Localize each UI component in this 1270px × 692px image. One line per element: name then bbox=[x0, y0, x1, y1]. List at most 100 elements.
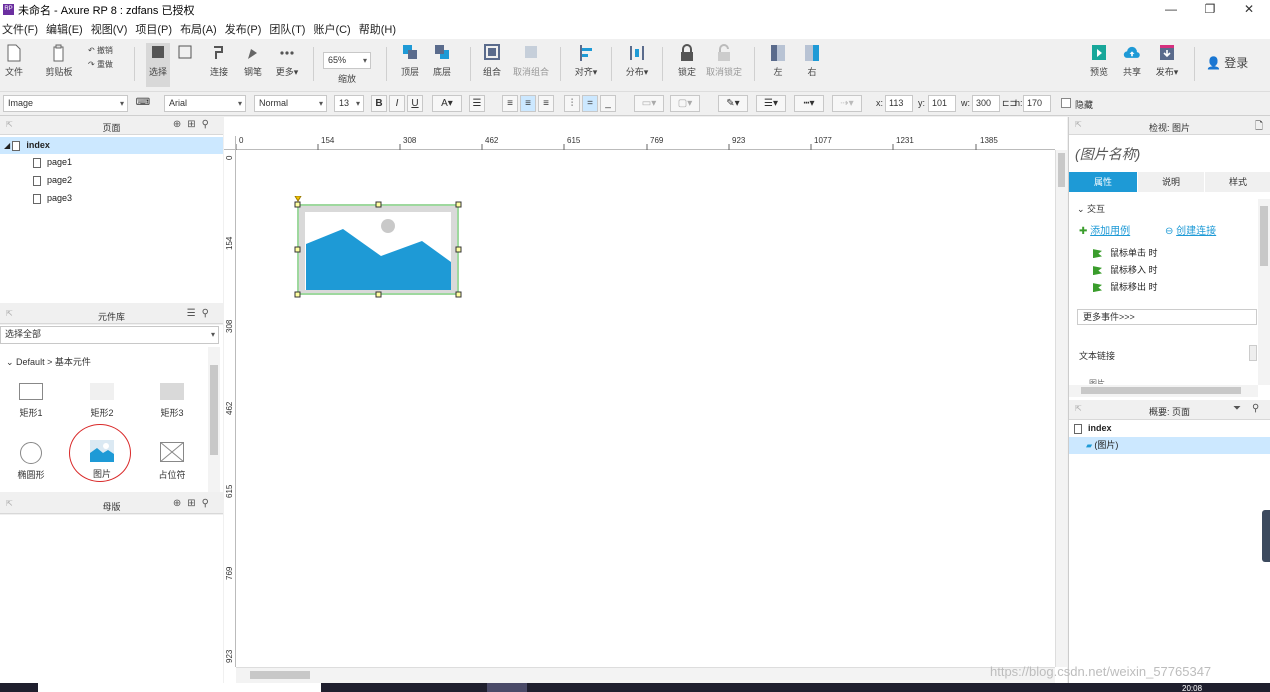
bring-to-front-button[interactable]: 顶层 bbox=[399, 43, 421, 78]
menu-help[interactable]: 帮助(H) bbox=[359, 21, 396, 37]
widget-rectangle3[interactable]: 矩形3 bbox=[145, 383, 199, 419]
add-case-link[interactable]: ✚ 添加用例 bbox=[1079, 222, 1130, 237]
widget-name-input[interactable]: (图片名称) bbox=[1075, 144, 1140, 164]
page-item-page1[interactable]: page1 bbox=[33, 154, 72, 171]
scroll-thumb[interactable] bbox=[250, 671, 310, 679]
menu-account[interactable]: 账户(C) bbox=[313, 21, 350, 37]
align-right-icon[interactable]: ≡ bbox=[538, 95, 554, 112]
more-events-select[interactable]: 更多事件>>> bbox=[1077, 309, 1257, 325]
redo-button[interactable]: ↷ 重做 bbox=[88, 59, 113, 70]
undo-button[interactable]: ↶ 撤销 bbox=[88, 45, 113, 56]
event-mouseleave[interactable]: 鼠标移出 时 bbox=[1093, 280, 1158, 293]
bold-button[interactable]: B bbox=[371, 95, 387, 112]
preview-button[interactable]: 预览 bbox=[1088, 43, 1110, 78]
page-item-page2[interactable]: page2 bbox=[33, 172, 72, 189]
connect-tool-button[interactable]: 连接 bbox=[208, 43, 230, 78]
align-right-page-button[interactable]: 右 bbox=[801, 43, 823, 78]
close-button[interactable]: ✕ bbox=[1230, 0, 1268, 19]
widget-rectangle1[interactable]: 矩形1 bbox=[4, 383, 58, 419]
align-left-page-button[interactable]: 左 bbox=[767, 43, 789, 78]
login-button[interactable]: 👤 登录 bbox=[1206, 54, 1248, 71]
style-painter-icon[interactable]: ⌨ bbox=[135, 95, 151, 112]
menu-file[interactable]: 文件(F) bbox=[2, 21, 38, 37]
align-left-icon[interactable]: ≡ bbox=[502, 95, 518, 112]
font-family-select[interactable]: Arial ▾ bbox=[164, 95, 246, 112]
inspector-hscrollbar[interactable] bbox=[1069, 385, 1258, 397]
arrow-style-button[interactable]: ⇢▾ bbox=[832, 95, 862, 112]
outline-root-page[interactable]: index bbox=[1074, 420, 1112, 437]
filter-icon[interactable]: ⏷ bbox=[1233, 403, 1241, 414]
valign-top-icon[interactable]: ⫶ bbox=[564, 95, 580, 112]
menu-project[interactable]: 项目(P) bbox=[135, 21, 172, 37]
clipboard-button[interactable]: 剪贴板 bbox=[42, 43, 76, 78]
minimize-button[interactable]: — bbox=[1152, 0, 1190, 19]
bullet-list-icon[interactable]: ☰ bbox=[469, 95, 485, 112]
restore-button[interactable]: ❐ bbox=[1191, 0, 1229, 19]
pin-icon[interactable]: ⇱ bbox=[1075, 120, 1082, 129]
valign-middle-icon[interactable]: = bbox=[582, 95, 598, 112]
menu-publish[interactable]: 发布(P) bbox=[225, 21, 262, 37]
select-tool-button[interactable]: 选择 bbox=[146, 43, 170, 87]
italic-button[interactable]: I bbox=[389, 95, 405, 112]
valign-bottom-icon[interactable]: _ bbox=[600, 95, 616, 112]
text-link-button[interactable] bbox=[1249, 345, 1257, 361]
widget-ellipse[interactable]: 椭圆形 bbox=[4, 442, 58, 481]
font-size-select[interactable]: 13 ▾ bbox=[334, 95, 364, 112]
master-actions[interactable]: ⊕⊞⚲ bbox=[173, 498, 215, 509]
tab-properties[interactable]: 属性 bbox=[1069, 172, 1137, 192]
align-center-icon[interactable]: ≡ bbox=[520, 95, 536, 112]
pen-tool-button[interactable]: 钢笔 bbox=[242, 43, 264, 78]
y-input[interactable]: 101 bbox=[928, 95, 956, 112]
event-mouseenter[interactable]: 鼠标移入 时 bbox=[1093, 263, 1158, 276]
menu-arrange[interactable]: 布局(A) bbox=[180, 21, 217, 37]
x-input[interactable]: 113 bbox=[885, 95, 913, 112]
shadow-button[interactable]: ▢▾ bbox=[670, 95, 700, 112]
widget-type-select[interactable]: Image ▾ bbox=[3, 95, 128, 112]
widget-placeholder[interactable]: 占位符 bbox=[145, 442, 199, 481]
event-onclick[interactable]: 鼠标单击 时 bbox=[1093, 246, 1158, 259]
library-group-header[interactable]: ⌄ Default > 基本元件 bbox=[6, 355, 91, 368]
canvas-vertical-scrollbar[interactable] bbox=[1055, 150, 1067, 667]
hide-checkbox[interactable] bbox=[1061, 98, 1071, 108]
library-scrollbar[interactable] bbox=[208, 347, 220, 492]
select-mode-button[interactable] bbox=[176, 43, 194, 75]
search-icon[interactable]: ⚲ bbox=[1252, 403, 1259, 414]
height-input[interactable]: 170 bbox=[1023, 95, 1051, 112]
publish-button[interactable]: 发布▾ bbox=[1154, 43, 1180, 78]
menu-team[interactable]: 团队(T) bbox=[269, 21, 305, 37]
file-button[interactable]: 文件 bbox=[4, 43, 24, 78]
interaction-section[interactable]: ⌄ 交互 bbox=[1077, 202, 1105, 215]
outline-item-image[interactable]: ▰ (图片) bbox=[1069, 437, 1270, 454]
side-drawer-handle[interactable] bbox=[1262, 510, 1270, 562]
font-color-button[interactable]: A▾ bbox=[432, 95, 462, 112]
group-button[interactable]: 组合 bbox=[481, 43, 503, 78]
inspector-vscrollbar[interactable] bbox=[1258, 199, 1270, 385]
scroll-thumb[interactable] bbox=[1058, 153, 1065, 187]
page-item-page3[interactable]: page3 bbox=[33, 190, 72, 207]
selection-handles[interactable] bbox=[293, 196, 465, 299]
align-button[interactable]: 对齐▾ bbox=[571, 43, 601, 78]
pin-icon[interactable]: ⇱ bbox=[1075, 404, 1082, 413]
share-button[interactable]: 共享 bbox=[1120, 43, 1144, 78]
lock-button[interactable]: 锁定 bbox=[675, 43, 699, 78]
underline-button[interactable]: U bbox=[407, 95, 423, 112]
page-item-index[interactable]: ◢ index bbox=[0, 137, 223, 154]
send-to-back-button[interactable]: 底层 bbox=[431, 43, 453, 78]
distribute-button[interactable]: 分布▾ bbox=[622, 43, 652, 78]
tab-style[interactable]: 样式 bbox=[1205, 172, 1270, 192]
line-style-button[interactable]: ┅▾ bbox=[794, 95, 824, 112]
menu-view[interactable]: 视图(V) bbox=[91, 21, 128, 37]
fill-color-button[interactable]: ▭▾ bbox=[634, 95, 664, 112]
library-actions[interactable]: ☰⚲ bbox=[187, 308, 215, 319]
menu-edit[interactable]: 编辑(E) bbox=[46, 21, 83, 37]
taskbar-app-axure[interactable] bbox=[487, 683, 527, 692]
create-link-button[interactable]: ⊖ 创建连接 bbox=[1165, 222, 1216, 237]
line-weight-button[interactable]: ☰▾ bbox=[756, 95, 786, 112]
page-actions[interactable]: ⊕⊞⚲ bbox=[173, 119, 215, 130]
line-color-button[interactable]: ✎▾ bbox=[718, 95, 748, 112]
ungroup-button[interactable]: 取消组合 bbox=[511, 43, 551, 78]
width-input[interactable]: 300 bbox=[972, 95, 1000, 112]
taskbar-search-box[interactable] bbox=[38, 683, 321, 692]
notes-icon[interactable]: 🗋 bbox=[1255, 119, 1263, 136]
unlock-button[interactable]: 取消锁定 bbox=[705, 43, 743, 78]
